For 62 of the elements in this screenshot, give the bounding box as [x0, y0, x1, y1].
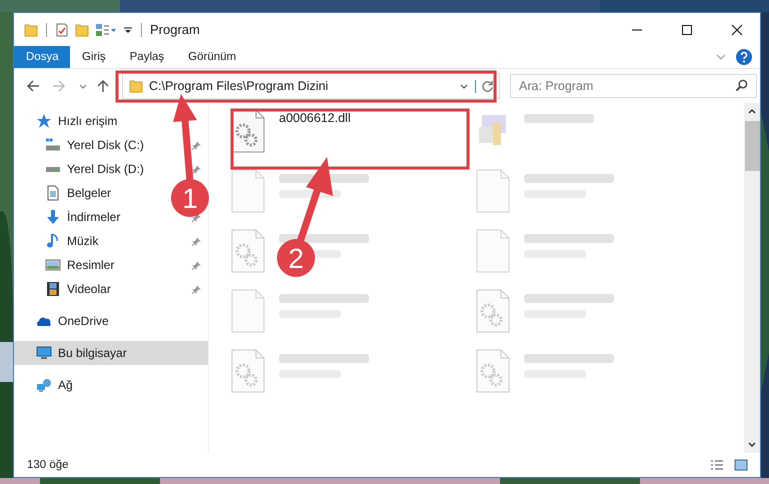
- ribbon-tab[interactable]: Görünüm: [176, 46, 248, 68]
- back-arrow-icon[interactable]: [26, 79, 40, 93]
- folder-icon: [129, 79, 143, 93]
- blank-file-icon: [476, 169, 510, 213]
- maximize-icon[interactable]: [681, 24, 693, 36]
- search-field[interactable]: Ara: Program: [510, 74, 757, 98]
- large-icons-view-icon[interactable]: [734, 459, 748, 471]
- sidebar-item[interactable]: Ağ: [14, 373, 208, 397]
- properties-icon[interactable]: [95, 22, 117, 36]
- pin-icon[interactable]: [191, 260, 202, 270]
- star-icon: [36, 113, 52, 129]
- sidebar-item[interactable]: Resimler: [14, 253, 208, 277]
- close-icon[interactable]: [731, 24, 743, 36]
- sidebar-item[interactable]: Videolar: [14, 277, 208, 301]
- sidebar-item[interactable]: OneDrive: [14, 309, 208, 333]
- customize-caret-icon[interactable]: [123, 24, 133, 34]
- scroll-thumb[interactable]: [744, 121, 760, 171]
- ribbon-tab[interactable]: Giriş: [70, 46, 118, 68]
- gear-file-icon: [231, 349, 265, 393]
- chevron-icon[interactable]: [716, 52, 726, 62]
- gear-file-icon: [476, 349, 510, 393]
- drive-icon: [45, 166, 61, 172]
- window-title: Program: [150, 22, 200, 37]
- pin-icon[interactable]: [191, 284, 202, 294]
- sidebar-item[interactable]: Hızlı erişim: [14, 109, 208, 133]
- file-name[interactable]: a0006612.dll: [279, 109, 351, 125]
- sidebar-item[interactable]: Yerel Disk (C:): [14, 133, 208, 157]
- step-number-badge: 1: [171, 179, 209, 217]
- monitor-icon: [36, 345, 52, 361]
- step-number-badge: 2: [277, 239, 315, 277]
- blank-file-icon: [231, 289, 265, 333]
- music-note-icon: [45, 233, 61, 249]
- ribbon-tab[interactable]: Paylaş: [118, 46, 176, 68]
- address-bar[interactable]: C:\Program Files\Program Dizini: [122, 73, 500, 99]
- sidebar-item[interactable]: Belgeler: [14, 181, 116, 205]
- sidebar-item[interactable]: Yerel Disk (D:): [14, 157, 208, 181]
- gear-file-icon: [476, 289, 510, 333]
- scrollbar[interactable]: [744, 103, 760, 453]
- gear-file-icon: [231, 229, 265, 273]
- document-icon: [45, 185, 61, 201]
- search-icon: [735, 79, 748, 92]
- details-view-icon[interactable]: [710, 459, 724, 471]
- sidebar-item[interactable]: Müzik: [14, 229, 208, 253]
- download-icon: [45, 209, 61, 225]
- blank-file-icon: [476, 229, 510, 273]
- drive-icon: [45, 137, 61, 153]
- pin-icon[interactable]: [191, 164, 202, 174]
- address-path: C:\Program Files\Program Dizini: [149, 79, 330, 93]
- sidebar-item[interactable]: Bu bilgisayar: [14, 341, 208, 365]
- item-count: 130 öğe: [27, 459, 69, 471]
- blurred-file-label: [524, 114, 594, 123]
- up-arrow-icon[interactable]: [96, 79, 110, 93]
- pin-icon[interactable]: [191, 140, 202, 150]
- blank-file-icon: [231, 169, 265, 213]
- checklist-icon[interactable]: [55, 22, 69, 36]
- ribbon-tab[interactable]: Dosya: [14, 46, 70, 68]
- pin-icon[interactable]: [191, 236, 202, 246]
- help-icon[interactable]: [736, 49, 752, 65]
- network-icon: [36, 377, 52, 393]
- gear-file-icon: [231, 109, 265, 153]
- picture-icon: [45, 257, 61, 273]
- film-icon: [45, 281, 61, 297]
